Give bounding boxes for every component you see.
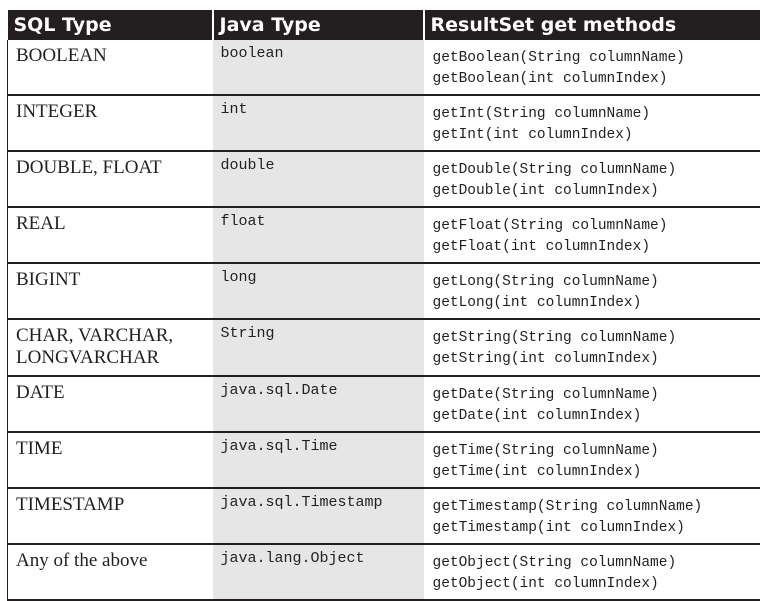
method-by-index: getDate(int columnIndex) bbox=[433, 406, 760, 427]
method-by-index: getDouble(int columnIndex) bbox=[433, 181, 760, 202]
table-row: DATE java.sql.Date getDate(String column… bbox=[8, 376, 760, 432]
method-by-name: getTime(String columnName) bbox=[433, 441, 760, 462]
method-by-index: getFloat(int columnIndex) bbox=[433, 237, 760, 258]
table-row: TIMESTAMP java.sql.Timestamp getTimestam… bbox=[8, 488, 760, 544]
methods-cell: getLong(String columnName) getLong(int c… bbox=[424, 263, 760, 319]
table-row: CHAR, VARCHAR, LONGVARCHAR String getStr… bbox=[8, 319, 760, 376]
table-row: DOUBLE, FLOAT double getDouble(String co… bbox=[8, 151, 760, 207]
method-by-index: getObject(int columnIndex) bbox=[433, 574, 760, 595]
java-type-cell: java.sql.Date bbox=[213, 376, 424, 432]
sql-type-cell: TIMESTAMP bbox=[8, 488, 213, 544]
java-type-cell: double bbox=[213, 151, 424, 207]
method-by-name: getObject(String columnName) bbox=[433, 553, 760, 574]
method-by-name: getString(String columnName) bbox=[433, 328, 760, 349]
sql-type-cell: DATE bbox=[8, 376, 213, 432]
table-row: REAL float getFloat(String columnName) g… bbox=[8, 207, 760, 263]
table-header: SQL Type Java Type ResultSet get methods bbox=[8, 10, 760, 40]
method-by-index: getBoolean(int columnIndex) bbox=[433, 69, 760, 90]
methods-cell: getString(String columnName) getString(i… bbox=[424, 319, 760, 376]
java-type-cell: java.sql.Time bbox=[213, 432, 424, 488]
table-row: INTEGER int getInt(String columnName) ge… bbox=[8, 95, 760, 151]
sql-type-cell: INTEGER bbox=[8, 95, 213, 151]
java-type-cell: java.sql.Timestamp bbox=[213, 488, 424, 544]
sql-java-type-mapping-table: SQL Type Java Type ResultSet get methods… bbox=[7, 10, 760, 601]
table-row: Any of the above java.lang.Object getObj… bbox=[8, 544, 760, 600]
header-row: SQL Type Java Type ResultSet get methods bbox=[8, 10, 760, 40]
sql-type-cell: BIGINT bbox=[8, 263, 213, 319]
methods-cell: getTimestamp(String columnName) getTimes… bbox=[424, 488, 760, 544]
method-by-index: getLong(int columnIndex) bbox=[433, 293, 760, 314]
table-body: BOOLEAN boolean getBoolean(String column… bbox=[8, 40, 760, 600]
methods-cell: getBoolean(String columnName) getBoolean… bbox=[424, 40, 760, 95]
header-sql-type: SQL Type bbox=[8, 10, 213, 40]
method-by-index: getString(int columnIndex) bbox=[433, 349, 760, 370]
methods-cell: getInt(String columnName) getInt(int col… bbox=[424, 95, 760, 151]
methods-cell: getDate(String columnName) getDate(int c… bbox=[424, 376, 760, 432]
java-type-cell: String bbox=[213, 319, 424, 376]
methods-cell: getFloat(String columnName) getFloat(int… bbox=[424, 207, 760, 263]
header-resultset-methods: ResultSet get methods bbox=[424, 10, 760, 40]
table-row: BOOLEAN boolean getBoolean(String column… bbox=[8, 40, 760, 95]
method-by-index: getTime(int columnIndex) bbox=[433, 462, 760, 483]
method-by-name: getDouble(String columnName) bbox=[433, 160, 760, 181]
method-by-name: getLong(String columnName) bbox=[433, 272, 760, 293]
method-by-name: getInt(String columnName) bbox=[433, 104, 760, 125]
sql-type-cell: Any of the above bbox=[8, 544, 213, 600]
java-type-cell: int bbox=[213, 95, 424, 151]
methods-cell: getObject(String columnName) getObject(i… bbox=[424, 544, 760, 600]
method-by-name: getFloat(String columnName) bbox=[433, 216, 760, 237]
method-by-name: getBoolean(String columnName) bbox=[433, 48, 760, 69]
method-by-index: getTimestamp(int columnIndex) bbox=[433, 518, 760, 539]
table-row: BIGINT long getLong(String columnName) g… bbox=[8, 263, 760, 319]
sql-type-cell: DOUBLE, FLOAT bbox=[8, 151, 213, 207]
methods-cell: getTime(String columnName) getTime(int c… bbox=[424, 432, 760, 488]
header-java-type: Java Type bbox=[213, 10, 424, 40]
method-by-name: getDate(String columnName) bbox=[433, 385, 760, 406]
sql-type-cell: BOOLEAN bbox=[8, 40, 213, 95]
java-type-cell: float bbox=[213, 207, 424, 263]
sql-type-cell: REAL bbox=[8, 207, 213, 263]
method-by-index: getInt(int columnIndex) bbox=[433, 125, 760, 146]
sql-type-cell: CHAR, VARCHAR, LONGVARCHAR bbox=[8, 319, 213, 376]
methods-cell: getDouble(String columnName) getDouble(i… bbox=[424, 151, 760, 207]
java-type-cell: long bbox=[213, 263, 424, 319]
java-type-cell: boolean bbox=[213, 40, 424, 95]
sql-type-cell: TIME bbox=[8, 432, 213, 488]
method-by-name: getTimestamp(String columnName) bbox=[433, 497, 760, 518]
table-row: TIME java.sql.Time getTime(String column… bbox=[8, 432, 760, 488]
java-type-cell: java.lang.Object bbox=[213, 544, 424, 600]
